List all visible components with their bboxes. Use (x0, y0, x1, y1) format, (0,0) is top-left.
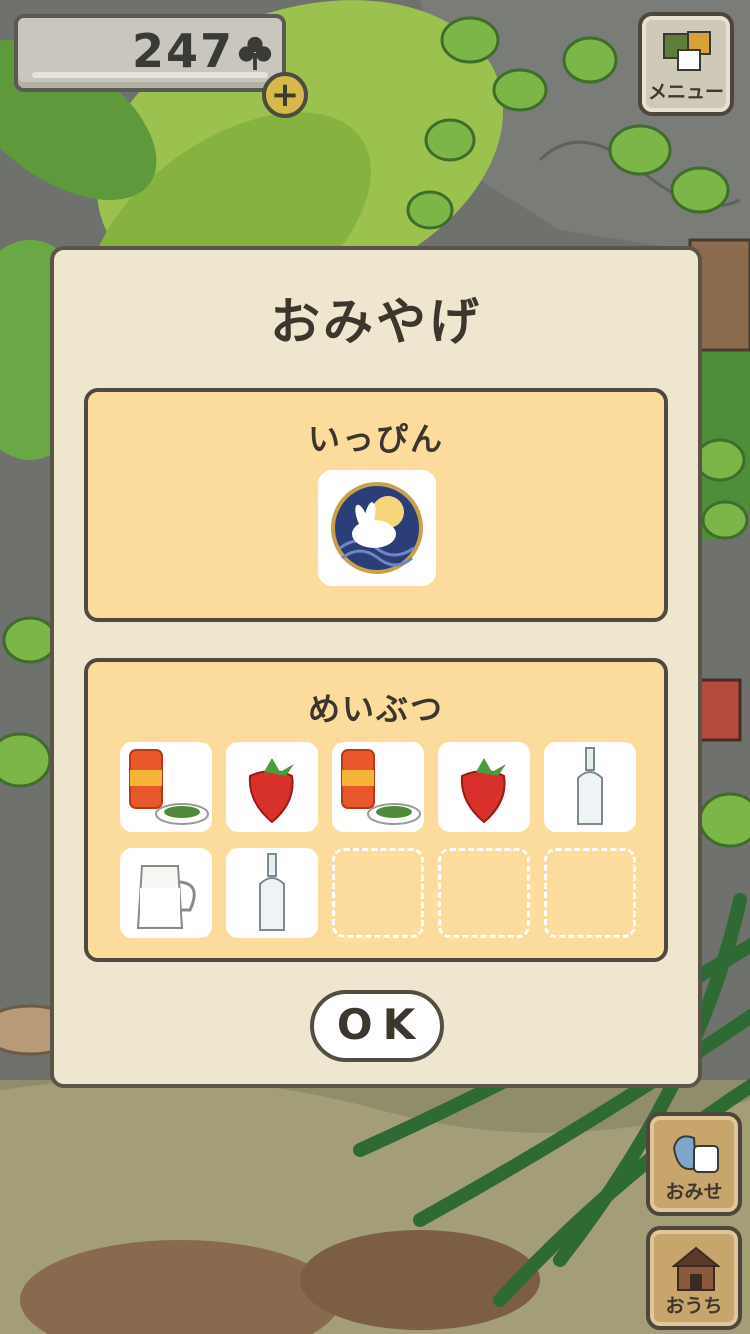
milk-jug-icon (136, 865, 196, 929)
goods-slot-5[interactable] (544, 742, 636, 832)
goods-slot-7[interactable] (226, 848, 318, 938)
add-clover-button[interactable]: + (262, 72, 308, 118)
glass-bottle-icon (259, 853, 285, 931)
clover-counter: 247 (14, 14, 286, 92)
dialog-title: おみやげ (270, 293, 482, 351)
specialty-title: いっぴん (307, 420, 444, 458)
shop-button[interactable]: おみせ (646, 1112, 742, 1216)
menu-icon (663, 31, 711, 71)
local-goods-title: めいぶつ (307, 690, 444, 728)
home-button[interactable]: おうち (646, 1226, 742, 1330)
souvenir-dialog: おみやげ いっぴん めいぶつ OK (50, 246, 702, 1088)
goods-slot-9-empty (438, 848, 530, 938)
shop-label: おみせ (665, 1181, 723, 1203)
local-goods-panel: めいぶつ (84, 658, 668, 962)
strawberry-icon (460, 758, 506, 824)
goods-slot-2[interactable] (226, 742, 318, 832)
goods-slot-4[interactable] (438, 742, 530, 832)
house-icon (671, 1246, 721, 1291)
canned-food-icon (129, 749, 209, 825)
goods-slot-10-empty (544, 848, 636, 938)
canned-food-icon (341, 749, 421, 825)
goods-slot-6[interactable] (120, 848, 212, 938)
goods-slot-1[interactable] (120, 742, 212, 832)
glass-bottle-icon (577, 747, 603, 825)
rabbit-moon-badge-icon (331, 482, 423, 574)
goods-slot-8-empty (332, 848, 424, 938)
menu-label: メニュー (647, 81, 724, 103)
menu-button[interactable]: メニュー (638, 12, 734, 116)
ok-button[interactable]: OK (310, 990, 444, 1062)
home-label: おうち (665, 1295, 723, 1317)
specialty-item-slot[interactable] (318, 470, 436, 586)
clover-icon (238, 36, 272, 71)
specialty-panel: いっぴん (84, 388, 668, 622)
clover-count: 247 (131, 24, 234, 78)
clover-progress-bar (32, 72, 268, 78)
goods-slot-3[interactable] (332, 742, 424, 832)
strawberry-icon (248, 758, 294, 824)
bag-icon (672, 1135, 719, 1173)
